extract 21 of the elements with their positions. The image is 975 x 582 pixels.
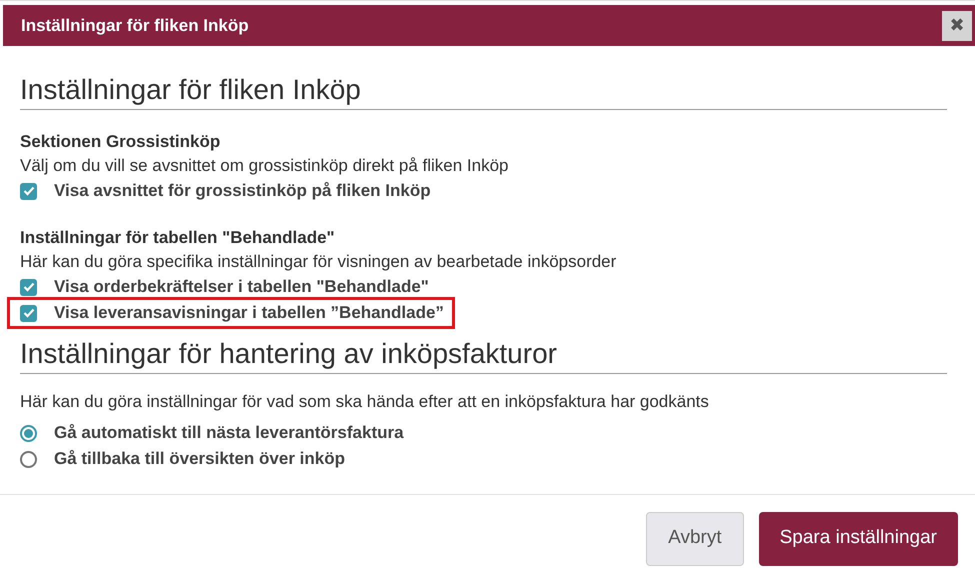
option-label: Gå tillbaka till översikten över inköp xyxy=(54,448,345,470)
save-button[interactable]: Spara inställningar xyxy=(758,512,958,566)
cancel-button[interactable]: Avbryt xyxy=(646,512,744,566)
section-heading: Inställningar för hantering av inköpsfakturor xyxy=(20,336,947,374)
option-label: Visa orderbekräftelser i tabellen "Behandlade" xyxy=(54,276,429,298)
section-heading: Inställningar för fliken Inköp xyxy=(20,72,947,110)
group-description: Här kan du göra specifika inställningar för visningen av bearbetade inköpsorder xyxy=(20,251,618,273)
option-label: Gå automatiskt till nästa leverantörsfaktura xyxy=(54,422,404,444)
group-description: Här kan du göra inställningar för vad som ska hända efter att en inköpsfaktura har godkänts xyxy=(20,391,710,413)
group-description: Välj om du vill se avsnittet om grossistinköp direkt på fliken Inköp xyxy=(20,155,510,177)
group-title: Sektionen Grossistinköp xyxy=(20,131,222,153)
checkbox[interactable] xyxy=(20,182,37,200)
group-title: Inställningar för tabellen "Behandlade" xyxy=(20,227,336,249)
window-title: Inställningar för fliken Inköp xyxy=(21,14,249,37)
radio-button[interactable] xyxy=(20,450,37,468)
option-label: Visa leveransavisningar i tabellen ”Behandlade” xyxy=(54,302,444,324)
close-button[interactable]: ✖ xyxy=(942,10,972,40)
checkbox[interactable] xyxy=(20,278,37,296)
option-label: Visa avsnittet för grossistinköp på fliken Inköp xyxy=(54,180,431,202)
radio-button[interactable] xyxy=(20,424,37,442)
checkbox[interactable] xyxy=(20,304,37,322)
